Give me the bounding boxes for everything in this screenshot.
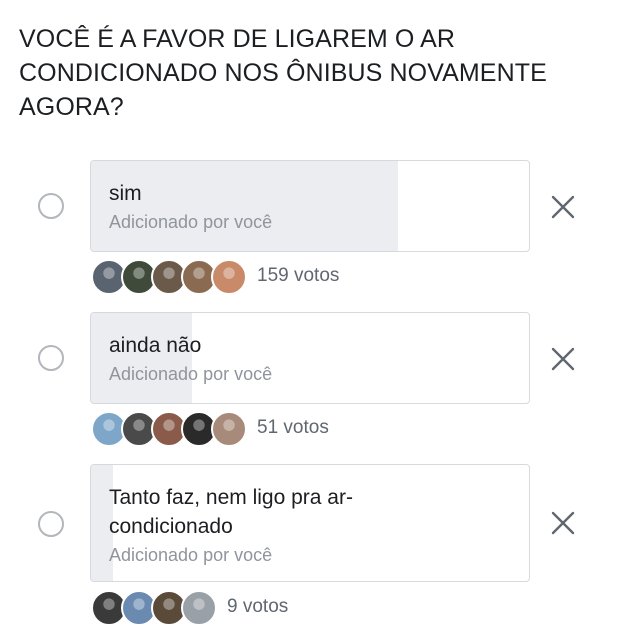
option-box[interactable]: Tanto faz, nem ligo pra ar-condicionado … (90, 464, 530, 582)
added-by-label: Adicionado por você (109, 212, 273, 232)
option-label: Tanto faz, nem ligo pra ar-condicionado (109, 486, 353, 538)
poll-question: VOCÊ É A FAVOR DE LIGAREM O AR CONDICION… (19, 25, 547, 121)
added-by-label: Adicionado por você (109, 545, 273, 565)
close-icon[interactable] (548, 192, 578, 222)
option-label: ainda não (109, 334, 202, 357)
voter-avatar[interactable] (211, 411, 247, 447)
voter-avatar[interactable] (181, 590, 217, 626)
close-icon[interactable] (548, 508, 578, 538)
radio-button[interactable] (38, 511, 64, 537)
added-by-label: Adicionado por você (109, 364, 273, 384)
close-icon[interactable] (548, 344, 578, 374)
option-box[interactable]: sim Adicionado por você (90, 160, 530, 252)
radio-button[interactable] (38, 345, 64, 371)
vote-count[interactable]: 51 votos (257, 411, 329, 445)
option-box[interactable]: ainda não Adicionado por você (90, 312, 530, 404)
vote-count[interactable]: 159 votos (257, 259, 339, 293)
radio-button[interactable] (38, 193, 64, 219)
option-label: sim (109, 182, 142, 205)
voter-avatar[interactable] (211, 259, 247, 295)
vote-count[interactable]: 9 votos (227, 590, 288, 624)
